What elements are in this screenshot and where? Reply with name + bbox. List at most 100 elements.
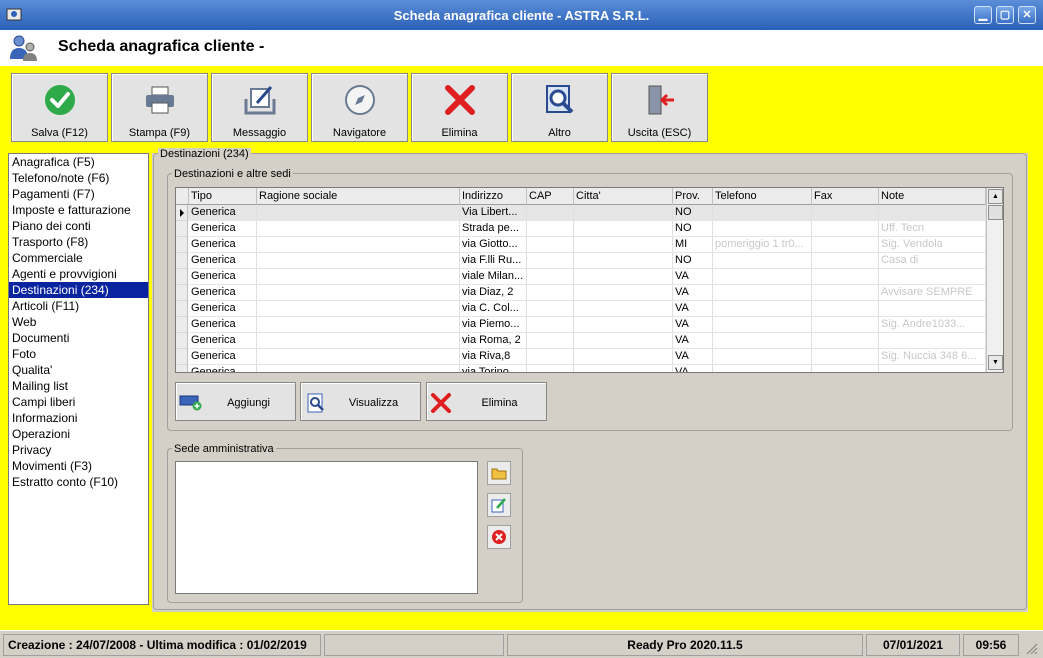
cell-ragione-sociale	[256, 349, 460, 365]
column-header-fax[interactable]: Fax	[811, 188, 879, 205]
column-header-note[interactable]: Note	[878, 188, 986, 205]
scroll-up-icon[interactable]: ▲	[988, 189, 1003, 204]
folder-icon	[491, 468, 507, 480]
cell-ragione-sociale	[256, 205, 460, 221]
other-button[interactable]: Altro	[511, 73, 608, 142]
cell-ragione-sociale	[256, 221, 460, 237]
open-folder-button[interactable]	[487, 461, 511, 485]
cell-note	[878, 205, 986, 221]
cell-tipo: Generica	[188, 205, 257, 221]
nav-item-operazioni[interactable]: Operazioni	[9, 426, 148, 442]
close-button[interactable]: ✕	[1018, 6, 1036, 24]
nav-item-telefono-note[interactable]: Telefono/note (F6)	[9, 170, 148, 186]
row-indicator	[176, 365, 188, 372]
cell-ragione-sociale	[256, 365, 460, 372]
cell-ragione-sociale	[256, 237, 460, 253]
column-header-tipo[interactable]: Tipo	[188, 188, 257, 205]
table-row[interactable]: Generica via Diaz, 2 VA Avvisare SEMPRE	[176, 285, 986, 301]
red-x-icon	[431, 393, 451, 413]
column-header-telefono[interactable]: Telefono	[712, 188, 812, 205]
nav-item-privacy[interactable]: Privacy	[9, 442, 148, 458]
printer-icon	[146, 86, 174, 114]
cell-prov: VA	[672, 349, 713, 365]
nav-item-foto[interactable]: Foto	[9, 346, 148, 362]
cell-indirizzo: via Diaz, 2	[459, 285, 527, 301]
cell-citta	[573, 205, 673, 221]
nav-item-imposte[interactable]: Imposte e fatturazione	[9, 202, 148, 218]
table-row[interactable]: Generica viale Milan... VA	[176, 269, 986, 285]
edit-sede-button[interactable]	[487, 493, 511, 517]
scroll-down-icon[interactable]: ▼	[988, 355, 1003, 370]
column-header-prov[interactable]: Prov.	[672, 188, 713, 205]
cell-telefono	[712, 333, 812, 349]
cell-indirizzo: viale Milan...	[459, 269, 527, 285]
cell-citta	[573, 333, 673, 349]
maximize-button[interactable]: ▢	[996, 6, 1014, 24]
cell-ragione-sociale	[256, 301, 460, 317]
view-button[interactable]: Visualizza	[300, 382, 421, 421]
table-row[interactable]: Generica Strada pe... NO Uff. Tecn	[176, 221, 986, 237]
cell-cap	[526, 285, 574, 301]
minimize-button[interactable]: ▁	[974, 6, 992, 24]
resize-grip-icon[interactable]	[1024, 641, 1038, 655]
table-row[interactable]: Generica via Roma, 2 VA	[176, 333, 986, 349]
table-row[interactable]: Generica via Riva,8 VA Sig. Nuccia 348 6…	[176, 349, 986, 365]
nav-item-informazioni[interactable]: Informazioni	[9, 410, 148, 426]
table-row[interactable]: Generica via Piemo... VA Sig. Andre1033.…	[176, 317, 986, 333]
cell-telefono	[712, 285, 812, 301]
message-button[interactable]: Messaggio	[211, 73, 308, 142]
cell-prov: VA	[672, 333, 713, 349]
nav-item-estratto-conto[interactable]: Estratto conto (F10)	[9, 474, 148, 490]
column-header-ragione-sociale[interactable]: Ragione sociale	[256, 188, 460, 205]
nav-item-articoli[interactable]: Articoli (F11)	[9, 298, 148, 314]
nav-item-commerciale[interactable]: Commerciale	[9, 250, 148, 266]
delete-button[interactable]: Elimina	[411, 73, 508, 142]
cell-ragione-sociale	[256, 269, 460, 285]
column-header-cap[interactable]: CAP	[526, 188, 574, 205]
delete-sede-button[interactable]	[487, 525, 511, 549]
cell-fax	[811, 301, 879, 317]
save-button[interactable]: Salva (F12)	[11, 73, 108, 142]
scroll-thumb[interactable]	[988, 205, 1003, 220]
nav-item-pagamenti[interactable]: Pagamenti (F7)	[9, 186, 148, 202]
cell-cap	[526, 349, 574, 365]
column-header-citta[interactable]: Citta'	[573, 188, 673, 205]
nav-item-agenti[interactable]: Agenti e provvigioni	[9, 266, 148, 282]
nav-item-documenti[interactable]: Documenti	[9, 330, 148, 346]
nav-item-campi-liberi[interactable]: Campi liberi	[9, 394, 148, 410]
nav-item-mailing-list[interactable]: Mailing list	[9, 378, 148, 394]
nav-item-piano-conti[interactable]: Piano dei conti	[9, 218, 148, 234]
nav-item-qualita[interactable]: Qualita'	[9, 362, 148, 378]
column-header-indirizzo[interactable]: Indirizzo	[459, 188, 527, 205]
add-label: Aggiungi	[227, 397, 270, 409]
row-indicator	[176, 349, 188, 365]
cell-prov: VA	[672, 269, 713, 285]
table-row[interactable]: Generica via Giotto... MI pomeriggio 1 t…	[176, 237, 986, 253]
table-scrollbar[interactable]: ▲ ▼	[986, 188, 1003, 372]
table-row[interactable]: Generica Via Libert... NO	[176, 205, 986, 221]
add-card-icon	[179, 395, 202, 411]
navigator-button[interactable]: Navigatore	[311, 73, 408, 142]
table-row[interactable]: Generica via C. Col... VA	[176, 301, 986, 317]
delete-destination-button[interactable]: Elimina	[426, 382, 547, 421]
sede-group-title: Sede amministrativa	[172, 443, 276, 455]
cell-cap	[526, 365, 574, 372]
print-button[interactable]: Stampa (F9)	[111, 73, 208, 142]
cell-tipo: Generica	[188, 285, 257, 301]
add-button[interactable]: Aggiungi	[175, 382, 296, 421]
nav-item-movimenti[interactable]: Movimenti (F3)	[9, 458, 148, 474]
cell-ragione-sociale	[256, 285, 460, 301]
cell-tipo: Generica	[188, 269, 257, 285]
destinations-table[interactable]: Tipo Ragione sociale Indirizzo CAP Citta…	[175, 187, 1004, 373]
nav-item-trasporto[interactable]: Trasporto (F8)	[9, 234, 148, 250]
row-indicator	[176, 285, 188, 301]
nav-item-web[interactable]: Web	[9, 314, 148, 330]
sede-textarea[interactable]	[175, 461, 478, 594]
title-bar[interactable]: Scheda anagrafica cliente - ASTRA S.R.L.…	[0, 0, 1043, 30]
exit-button[interactable]: Uscita (ESC)	[611, 73, 708, 142]
nav-item-destinazioni[interactable]: Destinazioni (234)	[9, 282, 148, 298]
table-row[interactable]: Generica via F.lli Ru... NO Casa di	[176, 253, 986, 269]
table-row[interactable]: Generica via Torino VA	[176, 365, 986, 372]
destinations-group-title: Destinazioni (234)	[158, 148, 251, 160]
nav-item-anagrafica[interactable]: Anagrafica (F5)	[9, 154, 148, 170]
